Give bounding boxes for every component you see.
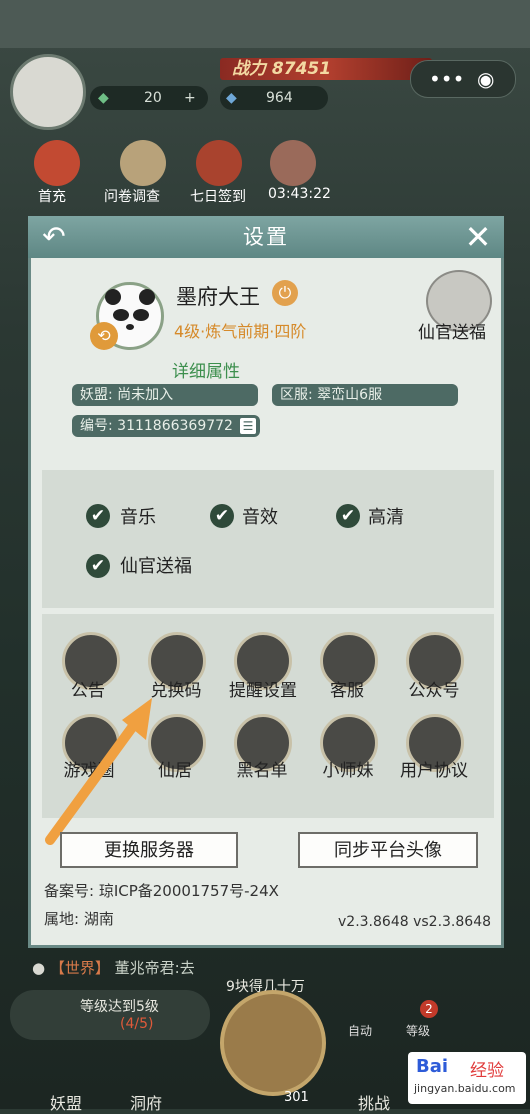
tab-cave[interactable]: 洞府: [130, 1090, 162, 1114]
resource-crystal[interactable]: ◆ 964: [220, 86, 328, 110]
sync-avatar-button[interactable]: 同步平台头像: [298, 832, 478, 868]
server-pill: 区服: 翠峦山6服: [272, 384, 458, 406]
reminder-settings-label[interactable]: 提醒设置: [218, 676, 308, 701]
tab-alliance[interactable]: 妖盟: [50, 1090, 82, 1114]
add-icon[interactable]: +: [184, 86, 196, 110]
player-level: 4级·炼气前期·四阶: [174, 322, 307, 341]
sound-checkbox[interactable]: ✔: [210, 504, 234, 528]
axe-count: 301: [284, 1090, 309, 1105]
detail-attributes-link[interactable]: 详细属性: [172, 357, 240, 382]
survey-icon[interactable]: [120, 140, 166, 186]
more-icon[interactable]: •••: [429, 61, 464, 97]
quest-progress: (4/5): [120, 1016, 154, 1032]
axe-icon[interactable]: [220, 990, 326, 1096]
chat-channel: 【世界】: [49, 959, 110, 977]
survey-label: 问卷调查: [104, 189, 160, 205]
location-text: 属地: 湖南: [44, 910, 114, 928]
signin-icon[interactable]: [196, 140, 242, 186]
toggle-panel: [42, 470, 494, 608]
jade-icon: ◆: [98, 90, 109, 106]
crystal-icon: ◆: [226, 90, 237, 106]
id-pill: 编号: 3111866369772: [72, 415, 260, 437]
tab-challenge[interactable]: 挑战: [358, 1090, 390, 1114]
first-charge-icon[interactable]: [34, 140, 80, 186]
mini-program-menu[interactable]: ••• ◉: [410, 60, 516, 98]
level-label[interactable]: 等级: [406, 1022, 430, 1039]
top-bar: [0, 0, 530, 48]
power-off-icon[interactable]: ⏻: [272, 280, 298, 306]
alliance-pill: 妖盟: 尚未加入: [72, 384, 258, 406]
signin-label: 七日签到: [190, 189, 246, 205]
quest-text: 等级达到5级: [80, 999, 159, 1015]
event-icon[interactable]: [270, 140, 316, 186]
watermark-url: jingyan.baidu.com: [414, 1082, 516, 1095]
countdown-timer: 03:43:22: [268, 186, 331, 202]
blacklist-label[interactable]: 黑名单: [222, 756, 302, 781]
sync-avatar-icon[interactable]: ⟲: [90, 322, 118, 350]
auto-label[interactable]: 自动: [348, 1022, 372, 1039]
resource-jade[interactable]: ◆ 20 +: [90, 86, 208, 110]
crystal-count: 964: [266, 90, 293, 106]
player-avatar[interactable]: [10, 54, 86, 130]
hd-label: 高清: [368, 507, 404, 528]
user-agreement-label[interactable]: 用户协议: [390, 756, 478, 781]
dialog-header: ↶ 设置 ✕: [28, 216, 504, 258]
gift-blessing-label: 仙官送福: [418, 323, 486, 343]
power-banner: 战力 87451: [220, 58, 432, 80]
music-checkbox[interactable]: ✔: [86, 504, 110, 528]
chat-icon: ●: [32, 959, 46, 977]
filing-number: 备案号: 琼ICP备20001757号-24X: [44, 882, 279, 900]
customer-service-label[interactable]: 客服: [312, 676, 382, 701]
sound-label: 音效: [242, 507, 278, 528]
first-charge-label: 首充: [38, 189, 66, 205]
gift-toggle-label: 仙官送福: [120, 556, 192, 577]
close-circle-icon[interactable]: ◉: [477, 61, 494, 97]
version-text: v2.3.8648 vs2.3.8648: [338, 914, 492, 930]
watermark-bai: Bai: [416, 1056, 449, 1077]
player-name: 墨府大王: [176, 285, 260, 309]
music-label: 音乐: [120, 507, 156, 528]
hd-checkbox[interactable]: ✔: [336, 504, 360, 528]
jade-count: 20: [144, 90, 162, 106]
junior-sister-label[interactable]: 小师妹: [310, 756, 386, 781]
gift-checkbox[interactable]: ✔: [86, 554, 110, 578]
dialog-title: 设置: [243, 225, 289, 249]
close-icon[interactable]: ✕: [456, 218, 500, 256]
chat-message: 董兆帝君:去: [114, 959, 195, 977]
change-server-button[interactable]: 更换服务器: [60, 832, 238, 868]
watermark-jingyan: 经验: [470, 1061, 504, 1081]
badge-count: 2: [420, 1000, 438, 1018]
copy-icon[interactable]: ☰: [240, 418, 256, 434]
official-account-label[interactable]: 公众号: [396, 676, 472, 701]
annotation-arrow: [45, 698, 152, 845]
quest-bar[interactable]: 等级达到5级 (4/5): [10, 990, 210, 1040]
baidu-watermark: Bai 经验 jingyan.baidu.com: [408, 1052, 526, 1104]
